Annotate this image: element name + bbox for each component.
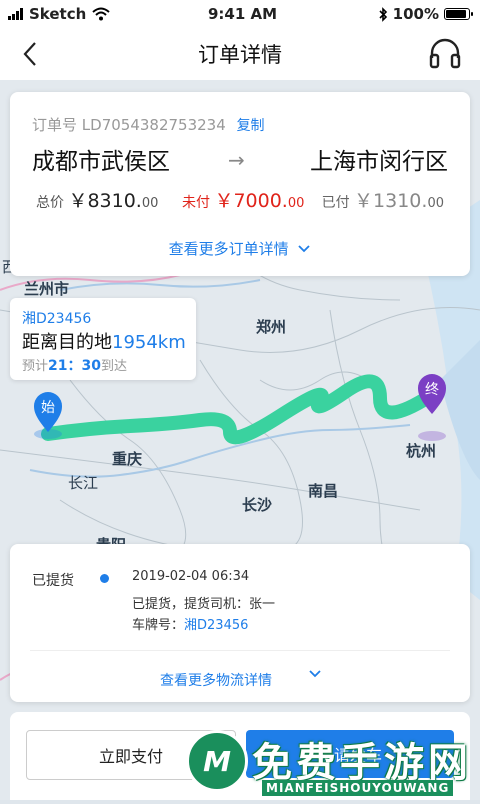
route-arrow-icon: → [228,148,245,172]
eta-hour: 21 [48,358,68,374]
copy-button[interactable]: 复制 [237,118,265,134]
total-price-label: 总价 [36,195,64,211]
distance-card: 湘D23456 距离目的地1954km 预计21：30到达 [10,298,196,380]
more-order-details-link[interactable]: 查看更多订单详情 [10,238,470,259]
watermark-logo: M [186,730,248,792]
logistics-description: 已提货，提货司机：张一 [132,597,276,612]
total-price-amount: ￥8310. [68,190,142,212]
logistics-card: 已提货 2019-02-04 06:34 已提货，提货司机：张一 车牌号：湘D2… [10,544,470,702]
eta-suffix: 到达 [100,359,127,374]
logistics-plate-value: 湘D23456 [184,618,249,633]
customer-service-button[interactable] [428,38,462,70]
map-label-lanzhou: 兰州市 [24,280,70,298]
signal-icon [8,8,23,20]
eta-separator: ： [67,358,82,374]
total-price-decimal: 00 [141,196,159,211]
distance-remaining: 距离目的地1954km [22,328,186,354]
unpaid-price: 未付 ￥7000.00 [182,186,304,213]
wifi-icon [92,7,110,21]
unpaid-price-decimal: 00 [287,196,305,211]
paid-price-decimal: 00 [427,196,444,211]
distance-value: 1954km [112,332,186,353]
chevron-down-icon[interactable] [308,668,322,680]
destination-city: 上海市闵行区 [310,149,448,175]
eta: 预计21：30到达 [22,355,127,375]
map-label-zhengzhou: 郑州 [256,318,287,336]
order-number-label: 订单号 [32,116,78,134]
eta-minute: 30 [81,358,101,374]
headphones-icon [429,38,461,69]
logistics-status: 已提货 [32,573,74,589]
chevron-down-icon [298,245,311,253]
bluetooth-icon [379,6,387,22]
order-summary-card: 订单号 LD7054382753234 复制 成都市武侯区 → 上海市闵行区 总… [10,92,470,276]
chevron-left-icon [23,42,36,66]
status-time: 9:41 AM [208,5,278,23]
unpaid-price-amount: ￥7000. [214,190,288,212]
divider [30,650,450,651]
status-bar: Sketch 9:41 AM 100% [0,0,480,28]
battery-icon [444,8,473,20]
eta-prefix: 预计 [22,359,49,374]
paid-price-label: 已付 [321,195,350,211]
paid-price-amount: ￥1310. [354,190,428,212]
watermark-subtext: MIANFEISHOUYOUWANG [262,780,454,796]
paid-price: 已付 ￥1310.00 [322,186,444,213]
map-label-nanchang: 南昌 [308,482,339,500]
order-number: LD7054382753234 [81,116,226,134]
map-label-hangzhou: 杭州 [406,442,437,460]
map-label-changsha: 长沙 [242,496,273,514]
vehicle-plate: 湘D23456 [22,311,92,327]
distance-label: 距离目的地 [22,332,112,353]
nav-bar: 订单详情 [0,28,480,80]
end-marker-label: 终 [425,382,439,398]
back-button[interactable] [22,40,50,68]
map-label-changjiang: 长江 [68,474,99,492]
more-order-details-label: 查看更多订单详情 [168,240,289,258]
start-marker-label: 始 [41,400,55,416]
logistics-plate: 车牌号：湘D23456 [132,614,248,633]
map-label-chongqing: 重庆 [112,450,143,468]
order-number-row: 订单号 LD7054382753234 复制 [32,114,265,135]
carrier-name: Sketch [29,5,87,23]
battery-percent: 100% [392,5,439,23]
page-title: 订单详情 [198,43,282,67]
logistics-time: 2019-02-04 06:34 [132,569,250,584]
origin-city: 成都市武侯区 [32,149,170,175]
unpaid-price-label: 未付 [182,195,210,211]
total-price: 总价 ￥8310.00 [36,186,158,213]
logistics-plate-label: 车牌号： [132,618,185,633]
watermark-logo-letter: M [203,744,231,778]
more-logistics-details-link[interactable]: 查看更多物流详情 [160,670,272,690]
timeline-dot [100,574,109,583]
